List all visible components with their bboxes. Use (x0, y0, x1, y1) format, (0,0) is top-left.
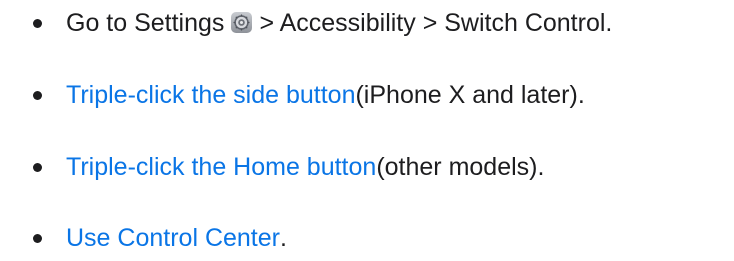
triple-click-side-button-link[interactable]: Triple-click the side button (66, 75, 355, 115)
use-control-center-link[interactable]: Use Control Center (66, 218, 280, 258)
home-button-note: (other models). (376, 153, 545, 181)
settings-path-suffix: > Accessibility > Switch Control. (259, 9, 613, 37)
bullet-icon (33, 162, 42, 172)
list-item-side-button: Triple-click the side button (iPhone X a… (0, 75, 585, 115)
list-item-home-button: Triple-click the Home button (other mode… (0, 147, 544, 187)
list-item-control-center: Use Control Center . (0, 218, 287, 258)
bullet-icon (33, 18, 42, 28)
bullet-icon (33, 233, 42, 243)
settings-gear-icon (231, 11, 253, 33)
triple-click-home-button-link[interactable]: Triple-click the Home button (66, 147, 376, 187)
side-button-note: (iPhone X and later). (355, 81, 585, 109)
control-center-period: . (279, 224, 287, 252)
bullet-icon (33, 90, 42, 100)
settings-path-prefix: Go to Settings (66, 9, 225, 37)
instruction-list: Go to Settings > Accessibility > Switch … (0, 0, 734, 261)
list-item-settings: Go to Settings > Accessibility > Switch … (0, 3, 612, 43)
